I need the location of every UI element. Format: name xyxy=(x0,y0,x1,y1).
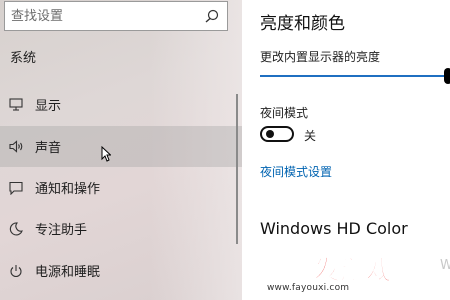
search-input[interactable] xyxy=(11,7,201,25)
watermark: 发游戏 www.fayouxi.com xyxy=(245,248,450,300)
brightness-label: 更改内置显示器的亮度 xyxy=(260,50,381,64)
brightness-slider[interactable] xyxy=(260,75,450,77)
svg-text:发游戏: 发游戏 xyxy=(313,255,392,286)
notification-icon xyxy=(8,180,24,196)
night-mode-state: 关 xyxy=(304,129,317,143)
sidebar-scrollbar[interactable] xyxy=(236,94,238,244)
hd-color-title: Windows HD Color xyxy=(260,219,408,238)
section-title: 系统 xyxy=(10,51,37,66)
sidebar-item-notifications[interactable]: 通知和操作 xyxy=(0,167,242,208)
sidebar-item-power-sleep[interactable]: 电源和睡眠 xyxy=(0,250,242,291)
power-icon xyxy=(8,263,24,279)
page-title: 亮度和颜色 xyxy=(260,14,345,34)
sidebar-item-sound[interactable]: 声音 xyxy=(0,126,242,167)
brightness-slider-thumb[interactable] xyxy=(444,68,450,84)
sidebar-item-label: 显示 xyxy=(35,99,62,114)
search-icon[interactable] xyxy=(205,9,219,23)
sidebar-item-label: 通知和操作 xyxy=(35,182,101,197)
moon-icon xyxy=(8,221,24,237)
watermark-logo: 发游戏 xyxy=(312,255,392,287)
sidebar-item-label: 声音 xyxy=(35,141,62,156)
speaker-icon xyxy=(8,139,24,155)
toggle-knob xyxy=(266,130,274,138)
sidebar-item-label: 电源和睡眠 xyxy=(35,265,101,280)
watermark-url: www.fayouxi.com xyxy=(267,283,350,293)
sidebar-item-display[interactable]: 显示 xyxy=(0,84,242,125)
sidebar-item-focus-assist[interactable]: 专注助手 xyxy=(0,208,242,249)
mouse-cursor-icon xyxy=(101,146,111,162)
sidebar-item-label: 专注助手 xyxy=(35,223,88,238)
search-box[interactable] xyxy=(4,1,228,31)
monitor-icon xyxy=(8,97,24,113)
night-mode-toggle[interactable] xyxy=(260,126,294,142)
night-mode-settings-link[interactable]: 夜间模式设置 xyxy=(260,163,332,180)
settings-sidebar: 系统 显示 声音 通知和操作 xyxy=(0,0,242,300)
night-mode-label: 夜间模式 xyxy=(260,106,309,120)
